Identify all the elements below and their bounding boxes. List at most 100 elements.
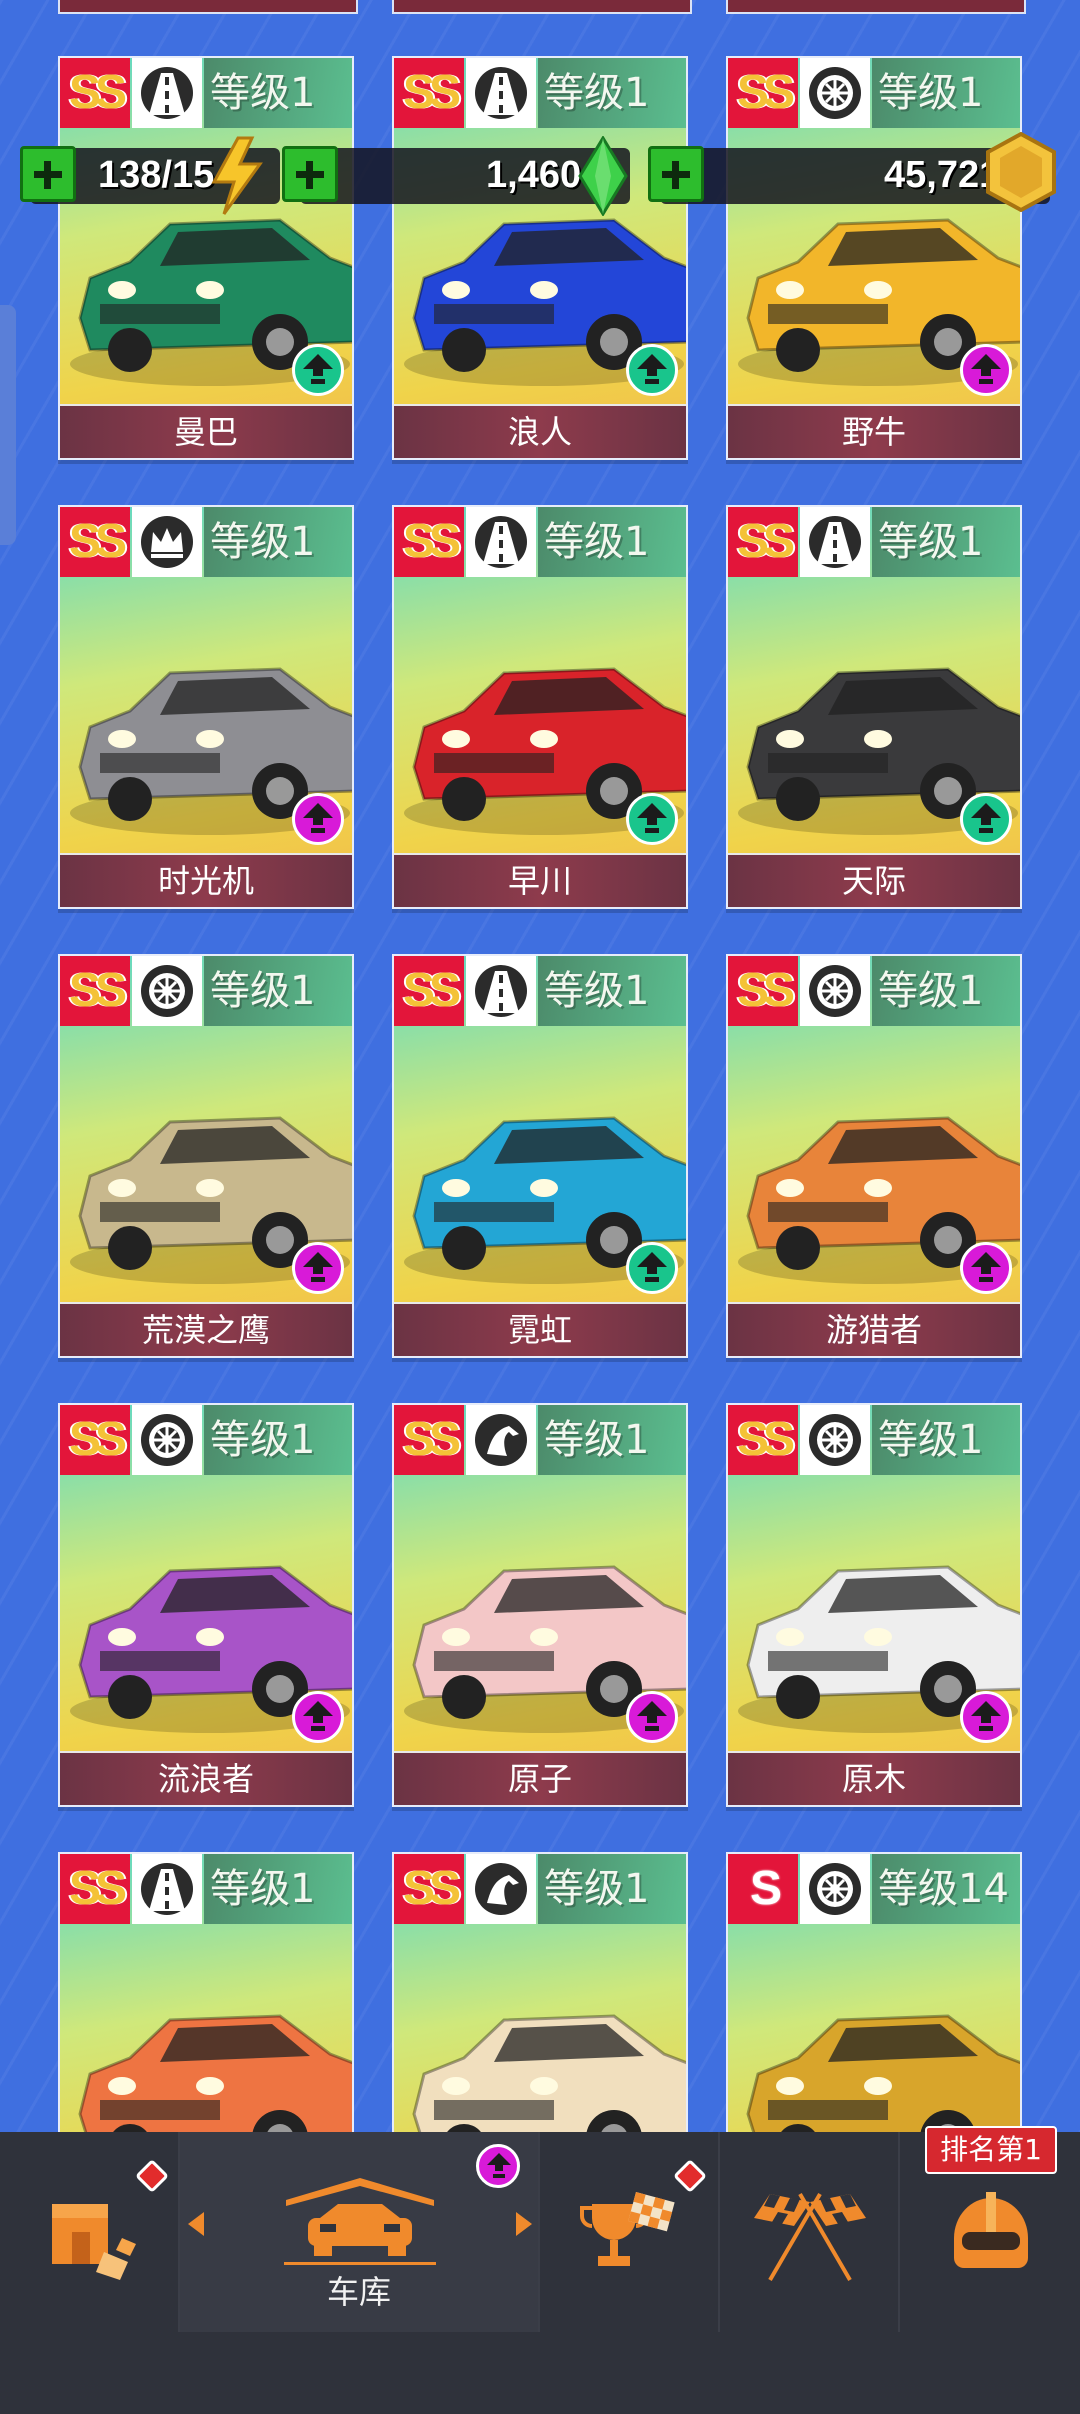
car-card[interactable]: SS 等级1 时光机 [58, 505, 354, 909]
car-card[interactable]: SS 等级1 天际 [726, 505, 1022, 909]
add-coins-button[interactable] [648, 146, 704, 202]
garage-underline [284, 2262, 436, 2265]
garage-label: 车库 [326, 2273, 391, 2311]
car-card[interactable]: SS 等级1 野牛 [726, 56, 1022, 460]
add-energy-button[interactable] [20, 146, 76, 202]
tire-icon [800, 1405, 870, 1475]
garage-prev-arrow[interactable] [188, 2212, 204, 2236]
car-name: 流浪者 [157, 1760, 254, 1798]
up-arrow-icon [637, 803, 667, 833]
upgrade-badge[interactable] [292, 1691, 344, 1743]
name-bar: 曼巴 [60, 404, 352, 458]
rank-text: SS [402, 964, 461, 1017]
nav-garage[interactable]: 车库 [180, 2132, 538, 2332]
upgrade-badge[interactable] [292, 1242, 344, 1294]
rank-text: SS [402, 515, 461, 568]
up-arrow-icon [303, 1701, 333, 1731]
level-strip: 等级14 [872, 1854, 1020, 1924]
card-header: SS 等级1 [60, 507, 352, 577]
rank-badge: SS [60, 1854, 130, 1924]
upgrade-badge[interactable] [626, 344, 678, 396]
car-name: 天际 [841, 862, 906, 900]
level-strip: 等级1 [204, 58, 352, 128]
nav-trophy[interactable] [540, 2132, 718, 2332]
upgrade-badge[interactable] [626, 1691, 678, 1743]
rank-tag: 排名第1 [925, 2126, 1057, 2174]
upgrade-badge[interactable] [960, 793, 1012, 845]
level-label: 等级1 [544, 519, 650, 565]
card-header: SS 等级1 [394, 1405, 686, 1475]
level-label: 等级1 [544, 70, 650, 116]
upgrade-badge[interactable] [626, 1242, 678, 1294]
name-bar: 浪人 [394, 404, 686, 458]
tire-icon [800, 956, 870, 1026]
up-arrow-icon [303, 803, 333, 833]
rank-badge: SS [728, 507, 798, 577]
rank-badge: SS [60, 58, 130, 128]
add-gems-button[interactable] [282, 146, 338, 202]
level-label: 等级1 [544, 1866, 650, 1912]
name-bar: 时光机 [60, 853, 352, 907]
name-bar: 天际 [728, 853, 1020, 907]
up-arrow-icon [303, 1252, 333, 1282]
rank-badge: S [728, 1854, 798, 1924]
rank-text: SS [68, 515, 127, 568]
horse-icon [466, 1854, 536, 1924]
tire-icon [800, 1854, 870, 1924]
name-bar: 原木 [728, 1751, 1020, 1805]
upgrade-badge[interactable] [960, 344, 1012, 396]
rank-text: SS [736, 1413, 795, 1466]
car-card[interactable]: SS 等级1 原木 [726, 1403, 1022, 1807]
garage-next-arrow[interactable] [516, 2212, 532, 2236]
car-name: 原子 [507, 1760, 572, 1798]
upgrade-badge[interactable] [626, 793, 678, 845]
up-arrow-icon [971, 1252, 1001, 1282]
car-card[interactable]: SS 等级1 游猎者 [726, 954, 1022, 1358]
car-card[interactable]: SS 等级1 荒漠之鹰 [58, 954, 354, 1358]
car-name: 野牛 [841, 413, 906, 451]
car-card[interactable]: SS 等级1 流浪者 [58, 1403, 354, 1807]
nav-race[interactable] [720, 2132, 898, 2332]
up-arrow-icon [637, 1701, 667, 1731]
road-icon [466, 956, 536, 1026]
name-bar: 游猎者 [728, 1302, 1020, 1356]
level-label: 等级14 [878, 1866, 1009, 1912]
up-arrow-icon [303, 354, 333, 384]
level-label: 等级1 [544, 1417, 650, 1463]
road-icon [800, 507, 870, 577]
car-card[interactable]: SS 等级1 原子 [392, 1403, 688, 1807]
up-arrow-icon [487, 2153, 511, 2178]
horse-icon [466, 1405, 536, 1475]
level-strip: 等级1 [204, 956, 352, 1026]
upgrade-badge[interactable] [292, 344, 344, 396]
upgrade-badge[interactable] [292, 793, 344, 845]
car-card[interactable]: SS 等级1 曼巴 [58, 56, 354, 460]
rank-badge: SS [394, 1405, 464, 1475]
nav-shop[interactable] [0, 2132, 178, 2332]
car-name: 游猎者 [825, 1311, 922, 1349]
car-name: 原木 [841, 1760, 906, 1798]
bottom-nav: 车库 [0, 2132, 1080, 2414]
level-label: 等级1 [210, 1417, 316, 1463]
card-header: SS 等级1 [394, 1854, 686, 1924]
side-scroll-tab[interactable] [0, 305, 16, 545]
up-arrow-icon [637, 1252, 667, 1282]
car-name: 霓虹 [507, 1311, 572, 1349]
car-card[interactable]: SS 等级1 浪人 [392, 56, 688, 460]
road-icon [466, 507, 536, 577]
up-arrow-icon [971, 354, 1001, 384]
rank-badge: SS [394, 956, 464, 1026]
car-card[interactable]: SS 等级1 早川 [392, 505, 688, 909]
energy-value: 138/15 [98, 154, 215, 196]
car-card[interactable]: SS 等级1 霓虹 [392, 954, 688, 1358]
level-label: 等级1 [878, 519, 984, 565]
garage-upgrade-badge [476, 2144, 520, 2188]
level-strip: 等级1 [204, 1854, 352, 1924]
card-header: SS 等级1 [394, 58, 686, 128]
card-header: SS 等级1 [60, 58, 352, 128]
up-arrow-icon [971, 1701, 1001, 1731]
card-header: SS 等级1 [60, 956, 352, 1026]
card-edge [392, 0, 692, 14]
upgrade-badge[interactable] [960, 1691, 1012, 1743]
upgrade-badge[interactable] [960, 1242, 1012, 1294]
